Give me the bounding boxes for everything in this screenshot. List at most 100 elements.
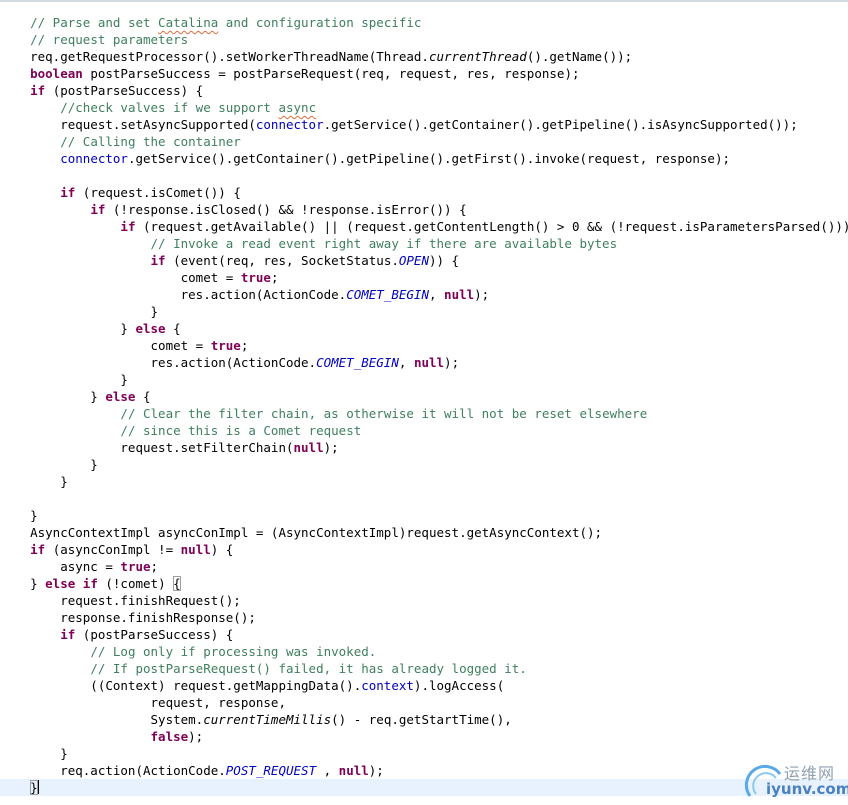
code-token: boolean bbox=[30, 66, 83, 81]
code-line[interactable]: if (event(req, res, SocketStatus.OPEN)) … bbox=[0, 252, 848, 269]
code-line[interactable]: if (request.isComet()) { bbox=[0, 184, 848, 201]
code-token: .getService().getContainer().getPipeline… bbox=[127, 151, 731, 166]
code-line[interactable]: } bbox=[0, 303, 848, 320]
code-line[interactable]: // Invoke a read event right away if the… bbox=[0, 235, 848, 252]
code-token: else bbox=[135, 321, 166, 336]
code-line[interactable]: boolean postParseSuccess = postParseRequ… bbox=[0, 65, 848, 82]
code-line[interactable]: // Parse and set Catalina and configurat… bbox=[0, 14, 848, 31]
code-token: req.action(ActionCode. bbox=[0, 763, 226, 778]
code-token: null bbox=[180, 542, 211, 557]
code-line[interactable]: //check valves if we support async bbox=[0, 99, 848, 116]
code-line[interactable] bbox=[0, 167, 848, 184]
code-token: res.action(ActionCode. bbox=[0, 355, 317, 370]
code-token: ; bbox=[270, 270, 279, 285]
text-caret bbox=[37, 780, 39, 794]
code-line[interactable]: false); bbox=[0, 728, 848, 745]
code-line[interactable]: } bbox=[0, 745, 848, 762]
code-token: if bbox=[30, 542, 46, 557]
window-top-border bbox=[0, 0, 848, 2]
code-token: else bbox=[105, 389, 136, 404]
code-line[interactable]: // Clear the filter chain, as otherwise … bbox=[0, 405, 848, 422]
code-token: true bbox=[210, 338, 241, 353]
code-token: null bbox=[444, 287, 475, 302]
code-token: Catalina bbox=[158, 15, 219, 30]
code-line[interactable]: request, response, bbox=[0, 694, 848, 711]
code-token: request.setAsyncSupported( bbox=[0, 117, 256, 132]
code-token: } bbox=[0, 474, 68, 489]
code-line[interactable]: req.getRequestProcessor().setWorkerThrea… bbox=[0, 48, 848, 65]
code-token: ().getName()); bbox=[526, 49, 633, 64]
code-line[interactable]: // request parameters bbox=[0, 31, 848, 48]
code-token: else bbox=[45, 576, 76, 591]
code-token: (event(req, res, SocketStatus. bbox=[165, 253, 399, 268]
code-line[interactable]: } else { bbox=[0, 320, 848, 337]
code-token: ); bbox=[474, 287, 490, 302]
code-line[interactable]: request.setFilterChain(null); bbox=[0, 439, 848, 456]
code-line[interactable]: if (request.getAvailable() || (request.g… bbox=[0, 218, 848, 235]
code-line[interactable]: connector.getService().getContainer().ge… bbox=[0, 150, 848, 167]
code-token: } bbox=[0, 457, 98, 472]
code-token: res.action(ActionCode. bbox=[0, 287, 347, 302]
code-line[interactable]: if (!response.isClosed() && !response.is… bbox=[0, 201, 848, 218]
code-line[interactable]: ((Context) request.getMappingData().cont… bbox=[0, 677, 848, 694]
code-line[interactable]: comet = true; bbox=[0, 269, 848, 286]
code-line[interactable]: async = true; bbox=[0, 558, 848, 575]
code-token: if bbox=[82, 576, 98, 591]
code-line[interactable]: // If postParseRequest() failed, it has … bbox=[0, 660, 848, 677]
code-token: System. bbox=[0, 712, 204, 727]
code-token: currentThread bbox=[428, 49, 527, 64]
code-line[interactable]: if (postParseSuccess) { bbox=[0, 82, 848, 99]
code-token: } bbox=[0, 508, 38, 523]
code-token: currentTimeMillis bbox=[203, 712, 332, 727]
code-token: ); bbox=[188, 729, 204, 744]
code-line[interactable]: // Calling the container bbox=[0, 133, 848, 150]
code-token: { bbox=[135, 389, 151, 404]
code-token: )) { bbox=[428, 253, 460, 268]
code-token: (asyncConImpl != bbox=[45, 542, 181, 557]
code-token: if bbox=[150, 253, 166, 268]
code-line[interactable]: } bbox=[0, 507, 848, 524]
code-line[interactable]: } bbox=[0, 779, 848, 796]
code-line[interactable]: request.setAsyncSupported(connector.getS… bbox=[0, 116, 848, 133]
code-line[interactable]: AsyncContextImpl asyncConImpl = (AsyncCo… bbox=[0, 524, 848, 541]
code-token: if bbox=[90, 202, 106, 217]
code-line[interactable]: } bbox=[0, 473, 848, 490]
code-line[interactable]: } else if (!comet) { bbox=[0, 575, 848, 592]
code-token: comet = bbox=[0, 270, 241, 285]
code-line[interactable]: comet = true; bbox=[0, 337, 848, 354]
code-line[interactable]: response.finishResponse(); bbox=[0, 609, 848, 626]
code-line[interactable]: request.finishRequest(); bbox=[0, 592, 848, 609]
code-token: } bbox=[0, 372, 128, 387]
code-editor[interactable]: // Parse and set Catalina and configurat… bbox=[0, 14, 848, 805]
code-line[interactable]: // since this is a Comet request bbox=[0, 422, 848, 439]
code-token: // Log only if processing was invoked. bbox=[90, 644, 377, 659]
watermark-logo: 运维网 iyunv.com bbox=[742, 756, 848, 802]
code-line[interactable]: if (asyncConImpl != null) { bbox=[0, 541, 848, 558]
code-line[interactable]: } bbox=[0, 371, 848, 388]
code-line[interactable]: req.action(ActionCode.POST_REQUEST , nul… bbox=[0, 762, 848, 779]
code-line[interactable]: res.action(ActionCode.COMET_BEGIN, null)… bbox=[0, 354, 848, 371]
code-token: { bbox=[165, 321, 181, 336]
code-token: } bbox=[0, 389, 106, 404]
code-token: } bbox=[0, 746, 68, 761]
code-token: ); bbox=[368, 763, 384, 778]
code-line[interactable]: } bbox=[0, 456, 848, 473]
code-line[interactable] bbox=[0, 490, 848, 507]
code-line[interactable]: // Log only if processing was invoked. bbox=[0, 643, 848, 660]
code-token: (!comet) bbox=[97, 576, 174, 591]
code-line[interactable]: System.currentTimeMillis() - req.getStar… bbox=[0, 711, 848, 728]
code-token: ); bbox=[444, 355, 460, 370]
code-line[interactable]: res.action(ActionCode.COMET_BEGIN, null)… bbox=[0, 286, 848, 303]
code-line[interactable]: } else { bbox=[0, 388, 848, 405]
code-token: req.getRequestProcessor().setWorkerThrea… bbox=[0, 49, 429, 64]
code-line[interactable]: if (postParseSuccess) { bbox=[0, 626, 848, 643]
code-token: // Parse and set bbox=[30, 15, 159, 30]
